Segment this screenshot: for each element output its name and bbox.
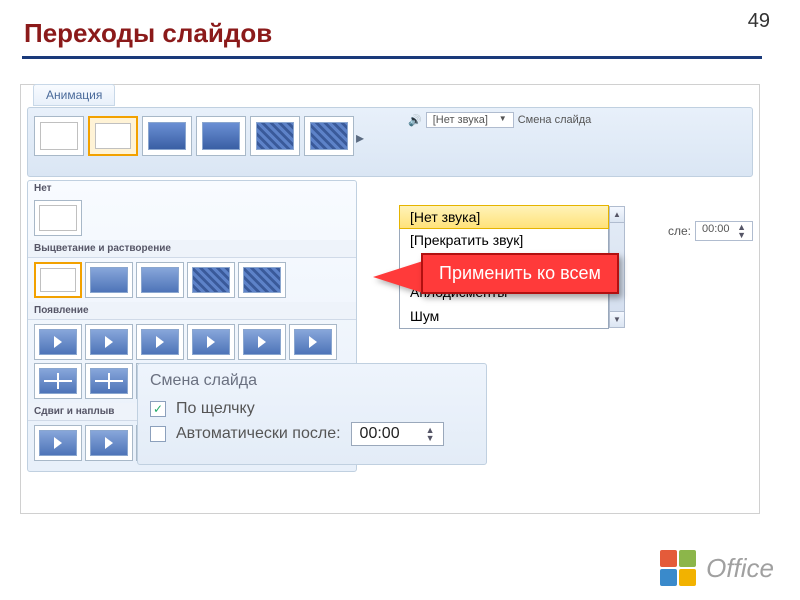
gallery-expand-icon[interactable]: ▸ [356, 128, 366, 142]
callout-arrow-icon [373, 261, 423, 293]
scroll-up-icon[interactable]: ▲ [610, 207, 624, 223]
sound-dropdown-value: [Нет звука] [433, 114, 488, 126]
sound-option[interactable]: [Нет звука] [399, 205, 609, 229]
auto-after-time-input[interactable]: 00:00 ▲▼ [351, 422, 444, 446]
slide-title: Переходы слайдов [24, 18, 272, 49]
panel-title: Смена слайда [150, 372, 474, 390]
gallery-thumb[interactable] [289, 324, 337, 360]
auto-after-label: Автоматически после: [176, 425, 341, 443]
gallery-thumb[interactable] [34, 324, 82, 360]
after-time-input[interactable]: 00:00 ▲▼ [695, 221, 753, 241]
transition-thumb-dissolve[interactable] [250, 116, 300, 156]
smena-label: Смена слайда [518, 114, 592, 126]
gallery-fade-header: Выцветание и растворение [28, 240, 356, 258]
sound-option[interactable]: [Прекратить звук] [400, 228, 608, 252]
gallery-thumb[interactable] [136, 324, 184, 360]
transition-quick-gallery: ▸ [34, 116, 354, 156]
sound-dropdown[interactable]: [Нет звука] ▼ [426, 112, 514, 128]
gallery-thumb[interactable] [34, 425, 82, 461]
gallery-thumb[interactable] [187, 262, 235, 298]
tab-animation[interactable]: Анимация [33, 84, 115, 106]
screenshot-container: Анимация ▸ 🔊 [Нет звука] ▼ Смена слайда … [20, 84, 760, 514]
spinner-icon[interactable]: ▲▼ [426, 426, 435, 442]
gallery-thumb[interactable] [34, 200, 82, 236]
transition-thumb-through-black[interactable] [304, 116, 354, 156]
gallery-thumb[interactable] [34, 262, 82, 298]
chevron-down-icon: ▼ [499, 114, 507, 126]
scroll-down-icon[interactable]: ▼ [610, 311, 624, 327]
gallery-none-label: Нет [28, 181, 356, 196]
page-number: 49 [748, 10, 770, 33]
sound-icon: 🔊 [408, 114, 422, 127]
gallery-thumb[interactable] [238, 324, 286, 360]
gallery-thumb[interactable] [85, 363, 133, 399]
transition-thumb-fade[interactable] [142, 116, 192, 156]
gallery-appear-header: Появление [28, 302, 356, 320]
spinner-icon[interactable]: ▲▼ [737, 223, 746, 239]
gallery-thumb[interactable] [85, 262, 133, 298]
transition-thumb-cut[interactable] [196, 116, 246, 156]
on-click-checkbox[interactable]: ✓ [150, 401, 166, 417]
after-time-value: 00:00 [702, 223, 730, 239]
gallery-thumb[interactable] [238, 262, 286, 298]
auto-after-time-value: 00:00 [360, 425, 400, 443]
office-logo-text: Office [706, 553, 774, 584]
gallery-thumb[interactable] [136, 262, 184, 298]
gallery-thumb[interactable] [85, 324, 133, 360]
apply-to-all-callout: Применить ко всем [421, 253, 619, 294]
ribbon-after-row: сле: 00:00 ▲▼ [668, 221, 753, 241]
office-logo: Office [660, 550, 774, 586]
sound-option[interactable]: Шум [400, 304, 608, 328]
on-click-label: По щелчку [176, 400, 255, 418]
transition-thumb-none[interactable] [34, 116, 84, 156]
ribbon-transitions: ▸ 🔊 [Нет звука] ▼ Смена слайда [27, 107, 753, 177]
ribbon-advance-group: 🔊 [Нет звука] ▼ Смена слайда [408, 112, 591, 128]
gallery-thumb[interactable] [85, 425, 133, 461]
advance-slide-panel: Смена слайда ✓ По щелчку Автоматически п… [137, 363, 487, 465]
after-label: сле: [668, 224, 691, 238]
transition-thumb-selected[interactable] [88, 116, 138, 156]
office-flag-icon [660, 550, 696, 586]
auto-after-checkbox[interactable] [150, 426, 166, 442]
title-underline [22, 56, 762, 59]
gallery-thumb[interactable] [34, 363, 82, 399]
gallery-thumb[interactable] [187, 324, 235, 360]
